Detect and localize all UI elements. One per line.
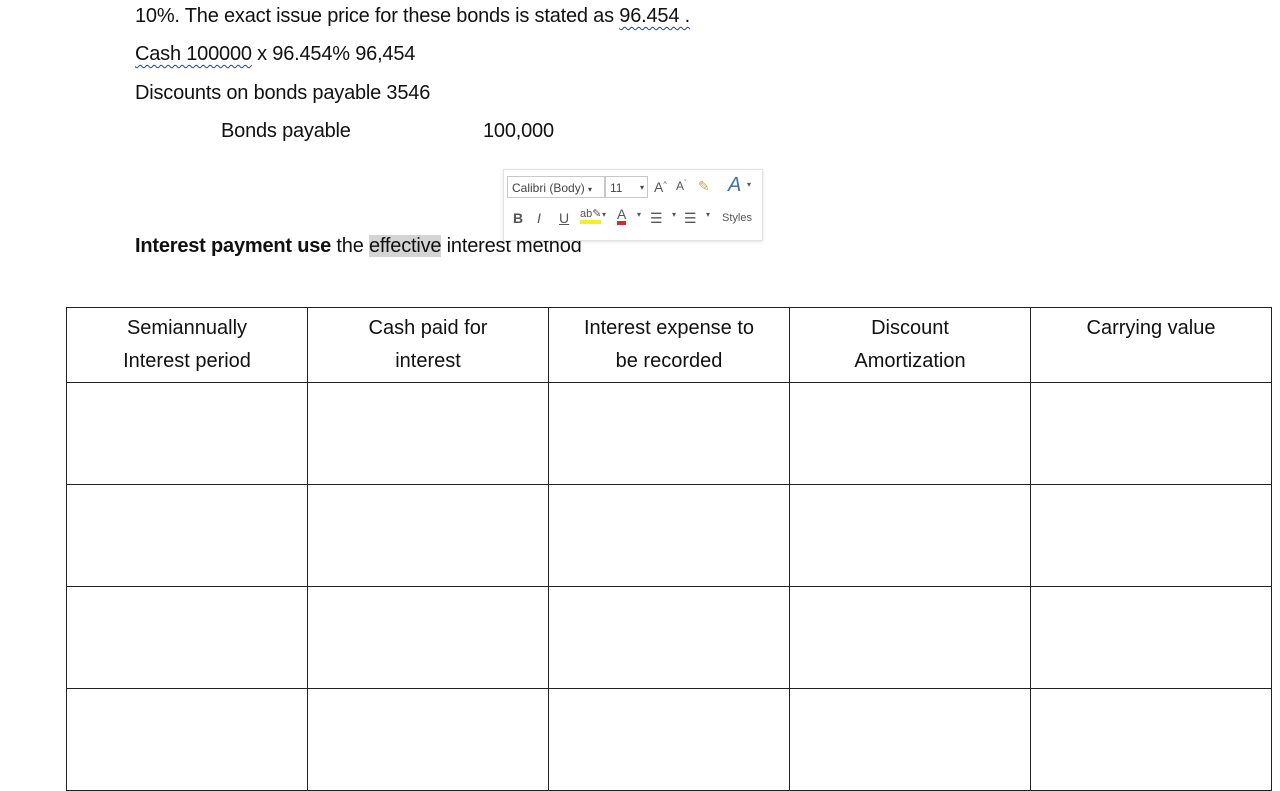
table-cell[interactable] bbox=[789, 484, 1031, 587]
chevron-down-icon[interactable]: ▾ bbox=[672, 210, 676, 219]
header-carrying-value: Carrying value bbox=[1030, 307, 1272, 383]
header-cash-paid: Cash paid for interest bbox=[307, 307, 549, 383]
table-cell[interactable] bbox=[1030, 688, 1272, 791]
header-discount-amortization: Discount Amortization bbox=[789, 307, 1031, 383]
amortization-table: Semiannually Interest period Cash paid fo… bbox=[66, 307, 1272, 791]
chevron-down-icon[interactable]: ▾ bbox=[747, 180, 751, 189]
chevron-down-icon[interactable]: ▾ bbox=[706, 210, 710, 219]
chevron-down-icon[interactable]: ▾ bbox=[637, 210, 641, 219]
styles-icon[interactable]: A bbox=[728, 174, 741, 197]
header-interest-period: Semiannually Interest period bbox=[66, 307, 308, 383]
text: the bbox=[331, 235, 369, 257]
header-interest-expense: Interest expense to be recorded bbox=[548, 307, 790, 383]
table-row bbox=[66, 586, 1272, 689]
italic-button[interactable]: I bbox=[537, 210, 541, 226]
issue-price-value: 96.454 . bbox=[619, 5, 690, 27]
text-line-discount: Discounts on bonds payable 3546 bbox=[135, 82, 431, 104]
chevron-down-icon: ▾ bbox=[588, 185, 593, 194]
table-cell[interactable] bbox=[548, 484, 790, 587]
font-size-select[interactable]: 11 ▾ bbox=[605, 176, 648, 198]
cash-label: Cash 100000 bbox=[135, 43, 252, 65]
table-cell[interactable] bbox=[548, 688, 790, 791]
text: 10%. The exact issue price for these bon… bbox=[135, 5, 620, 27]
highlight-icon[interactable]: ab✎ bbox=[580, 208, 602, 224]
format-painter-icon[interactable]: ✎ bbox=[698, 178, 710, 195]
text-line-cash: Cash 100000 x 96.454% 96,454 bbox=[135, 43, 415, 66]
table-cell[interactable] bbox=[789, 382, 1031, 485]
table-cell[interactable] bbox=[789, 586, 1031, 689]
table-cell[interactable] bbox=[548, 586, 790, 689]
table-cell[interactable] bbox=[66, 484, 308, 587]
table-cell[interactable] bbox=[66, 688, 308, 791]
shrink-font-icon[interactable]: Aˇ bbox=[676, 179, 686, 193]
bold-button[interactable]: B bbox=[513, 210, 523, 226]
table-cell[interactable] bbox=[307, 586, 549, 689]
bullets-icon[interactable]: ☰ bbox=[650, 210, 663, 227]
table-cell[interactable] bbox=[66, 382, 308, 485]
table-cell[interactable] bbox=[789, 688, 1031, 791]
styles-label[interactable]: Styles bbox=[722, 212, 752, 224]
selected-text[interactable]: effective bbox=[369, 235, 442, 257]
chevron-down-icon: ▾ bbox=[639, 183, 644, 192]
font-color-icon[interactable]: A bbox=[617, 207, 627, 225]
bonds-payable-label: Bonds payable bbox=[221, 120, 351, 142]
text-line-issue-price: 10%. The exact issue price for these bon… bbox=[135, 5, 690, 28]
chevron-down-icon[interactable]: ▾ bbox=[602, 210, 606, 219]
table-cell[interactable] bbox=[66, 586, 308, 689]
table-row bbox=[66, 484, 1272, 587]
bonds-payable-value: 100,000 bbox=[483, 120, 554, 142]
table-cell[interactable] bbox=[307, 688, 549, 791]
table-cell[interactable] bbox=[1030, 586, 1272, 689]
grow-font-icon[interactable]: A^ bbox=[654, 179, 667, 195]
table-cell[interactable] bbox=[1030, 484, 1272, 587]
table-header-row: Semiannually Interest period Cash paid fo… bbox=[66, 307, 1272, 383]
font-select[interactable]: Calibri (Body) ▾ bbox=[507, 176, 605, 198]
font-size: 11 bbox=[610, 181, 623, 195]
numbering-icon[interactable]: ☰ bbox=[684, 210, 697, 227]
table-cell[interactable] bbox=[1030, 382, 1272, 485]
table-row bbox=[66, 382, 1272, 485]
underline-button[interactable]: U bbox=[559, 210, 569, 226]
font-name: Calibri (Body) bbox=[512, 181, 585, 195]
table-cell[interactable] bbox=[548, 382, 790, 485]
table-cell[interactable] bbox=[307, 382, 549, 485]
table-row bbox=[66, 688, 1272, 791]
heading-bold: Interest payment use bbox=[135, 235, 332, 257]
table-cell[interactable] bbox=[307, 484, 549, 587]
mini-toolbar: Calibri (Body) ▾ 11 ▾ A^ Aˇ ✎ A ▾ B I U … bbox=[503, 169, 763, 241]
cash-calc: x 96.454% 96,454 bbox=[251, 43, 416, 65]
